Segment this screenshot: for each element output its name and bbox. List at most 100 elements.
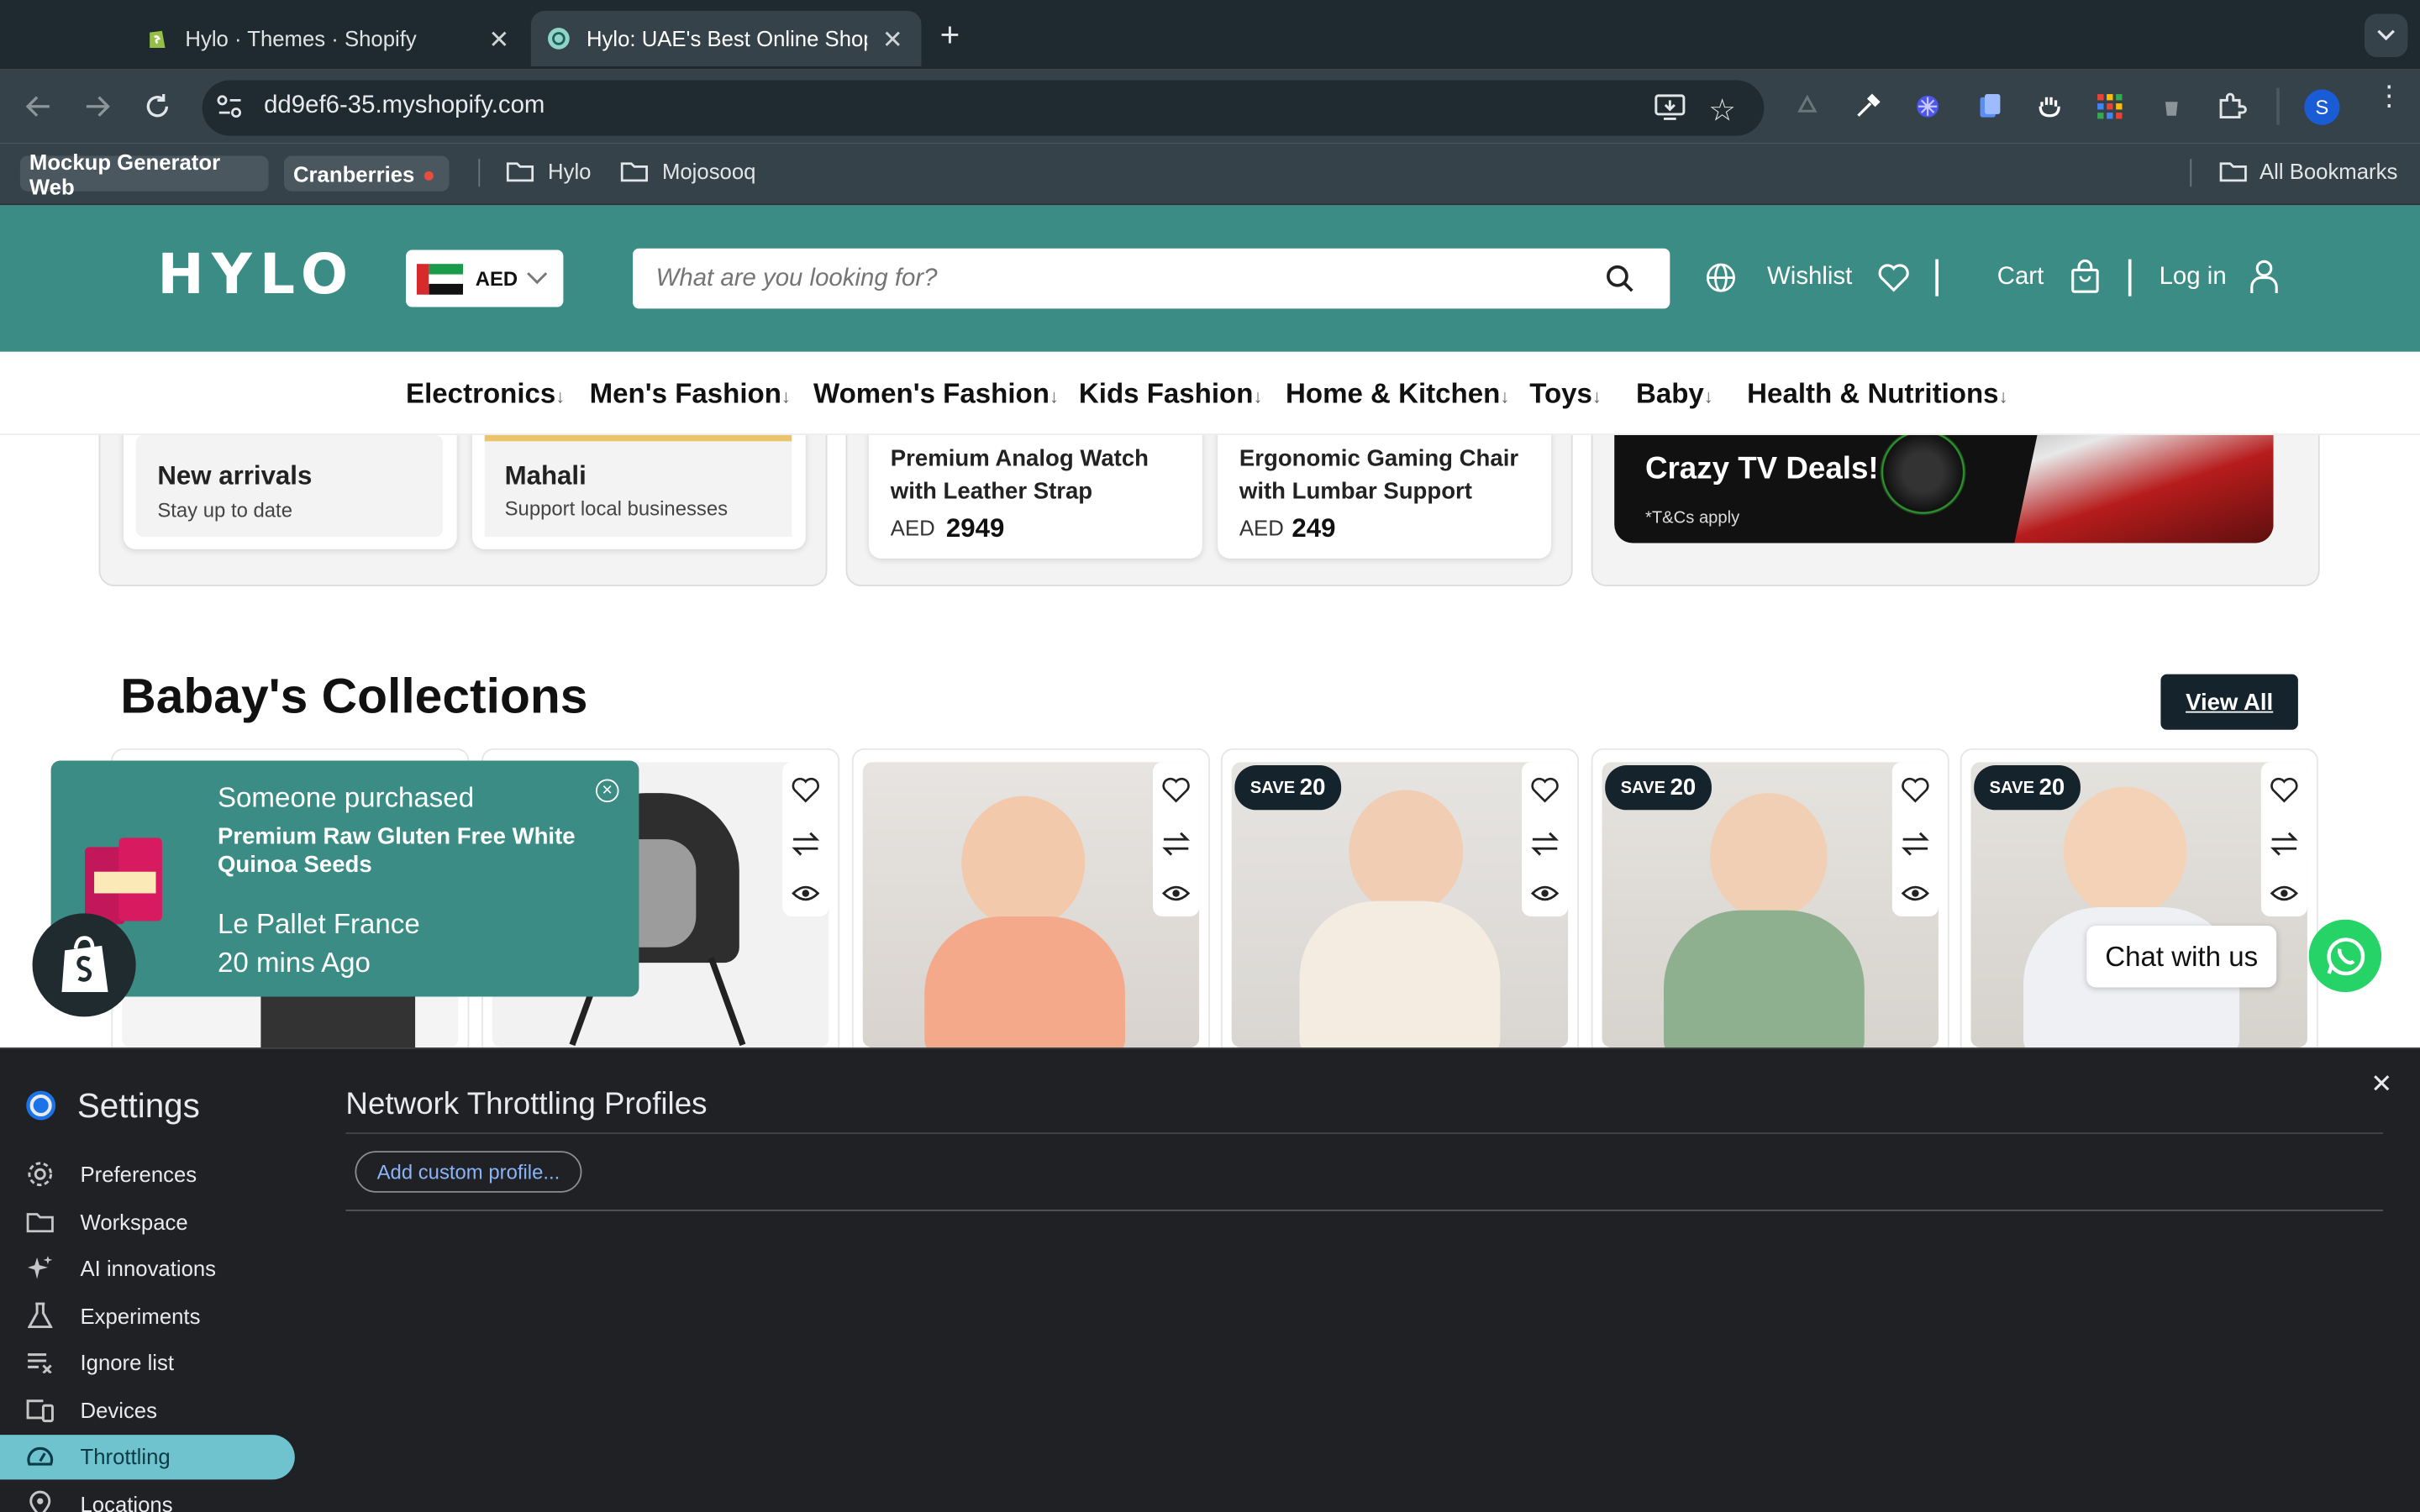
settings-nav-ignore-list[interactable]: Ignore list: [0, 1339, 308, 1385]
globe-icon[interactable]: [1706, 262, 1737, 293]
login-link[interactable]: Log in: [2160, 264, 2227, 291]
close-settings-icon[interactable]: ✕: [2370, 1069, 2392, 1100]
currency-selector[interactable]: AED: [406, 249, 564, 307]
back-icon[interactable]: [24, 94, 52, 118]
product-card[interactable]: SAVE 20: [1960, 748, 2318, 1058]
settings-nav-preferences[interactable]: Preferences: [0, 1151, 308, 1197]
extension-hand-icon[interactable]: [2036, 92, 2064, 120]
product-actions: [1153, 762, 1200, 917]
forward-icon[interactable]: [83, 94, 111, 118]
tab-hylo-store[interactable]: Hylo: UAE's Best Online Shop ✕: [530, 10, 922, 66]
nav-health-nutritions[interactable]: Health & Nutritions↓: [1747, 378, 2007, 411]
close-tab-icon[interactable]: ✕: [488, 24, 509, 55]
tab-themes[interactable]: Hylo · Themes · Shopify ✕: [129, 11, 528, 66]
shopify-bag-icon[interactable]: [32, 913, 136, 1017]
chat-label[interactable]: Chat with us: [2086, 926, 2277, 988]
store-logo[interactable]: HYLO: [157, 244, 355, 307]
quick-view-eye-icon[interactable]: [1162, 884, 1191, 902]
compare-icon[interactable]: [2270, 832, 2298, 856]
nav-electronics[interactable]: Electronics↓: [406, 378, 565, 411]
tab-search-button[interactable]: [2364, 13, 2408, 57]
compare-icon[interactable]: [792, 832, 820, 856]
compare-icon[interactable]: [1901, 832, 1929, 856]
extension-eyedropper-icon[interactable]: [1854, 92, 1881, 120]
wishlist-heart-icon[interactable]: [2269, 776, 2300, 804]
compare-icon[interactable]: [1162, 832, 1190, 856]
folder-icon: [2219, 162, 2247, 182]
extensions-puzzle-icon[interactable]: [2217, 91, 2248, 122]
extension-grid-icon[interactable]: [2096, 92, 2123, 120]
collection-title: Babay's Collections: [120, 668, 588, 724]
product-card[interactable]: SAVE 20: [1220, 748, 1579, 1058]
quick-view-eye-icon[interactable]: [1901, 884, 1929, 902]
nav-baby[interactable]: Baby↓: [1636, 378, 1713, 411]
close-tab-icon[interactable]: ✕: [882, 24, 903, 55]
settings-nav-devices[interactable]: Devices: [0, 1387, 308, 1433]
bookmark-mockup-generator[interactable]: Mockup Generator Web: [19, 149, 269, 198]
add-custom-profile-button[interactable]: Add custom profile...: [355, 1151, 582, 1193]
user-icon[interactable]: [2249, 258, 2280, 295]
new-tab-icon[interactable]: +: [940, 15, 960, 55]
url-text[interactable]: dd9ef6-35.myshopify.com: [264, 92, 544, 120]
install-app-icon[interactable]: [1655, 92, 1686, 120]
notification-heading: Someone purchased: [217, 782, 475, 813]
cart-link[interactable]: Cart: [1997, 264, 2044, 291]
banner-note: *T&Cs apply: [1644, 509, 1740, 528]
settings-nav-workspace[interactable]: Workspace: [0, 1199, 308, 1245]
bookmark-folder-mojosooq[interactable]: Mojosooq: [620, 159, 755, 184]
nav-home-kitchen[interactable]: Home & Kitchen↓: [1286, 378, 1509, 411]
nav-mens-fashion[interactable]: Men's Fashion↓: [590, 378, 791, 411]
product-card[interactable]: [851, 748, 1210, 1058]
location-pin-icon: [29, 1490, 51, 1512]
quick-view-eye-icon[interactable]: [792, 884, 820, 902]
product-card[interactable]: SAVE 20: [1591, 748, 1949, 1058]
nav-womens-fashion[interactable]: Women's Fashion↓: [813, 378, 1059, 411]
settings-nav-label: Throttling: [80, 1444, 171, 1469]
settings-title: Settings: [76, 1086, 200, 1125]
product-actions: [782, 762, 829, 917]
section-divider: [345, 1209, 2383, 1211]
shopping-bag-icon[interactable]: [2070, 259, 2101, 293]
extension-recycle-icon[interactable]: [1793, 92, 1821, 120]
nav-kids-fashion[interactable]: Kids Fashion↓: [1079, 378, 1263, 411]
wishlist-link[interactable]: Wishlist: [1767, 264, 1852, 291]
view-all-button[interactable]: View All: [2160, 674, 2298, 730]
settings-nav-locations[interactable]: Locations: [0, 1481, 308, 1512]
nav-toys[interactable]: Toys↓: [1529, 378, 1602, 411]
heart-icon[interactable]: [1876, 262, 1910, 293]
profile-avatar[interactable]: S: [2304, 89, 2340, 125]
search-input[interactable]: [642, 253, 1584, 304]
section-divider: [345, 1132, 2383, 1134]
search-icon[interactable]: [1605, 264, 1634, 293]
bookmark-cranberries[interactable]: Cranberries ●: [283, 155, 450, 192]
notification-location: Le Pallet France: [217, 908, 420, 940]
wishlist-heart-icon[interactable]: [1529, 776, 1560, 804]
compare-icon[interactable]: [1531, 832, 1559, 856]
whatsapp-icon[interactable]: [2308, 919, 2382, 993]
all-bookmarks-button[interactable]: All Bookmarks: [2219, 159, 2397, 184]
close-notification-icon[interactable]: ✕: [595, 779, 619, 803]
reload-icon[interactable]: [144, 92, 171, 120]
quick-view-eye-icon[interactable]: [1531, 884, 1560, 902]
uae-flag-icon: [416, 263, 464, 294]
bookmark-star-icon[interactable]: ☆: [1708, 91, 1736, 129]
extension-spark-icon[interactable]: [1914, 92, 1942, 120]
save-badge: SAVE 20: [1974, 765, 2081, 811]
settings-nav-throttling[interactable]: Throttling: [0, 1433, 295, 1479]
settings-nav-ai-innovations[interactable]: AI innovations: [0, 1245, 308, 1291]
extension-cup-icon[interactable]: [2158, 92, 2186, 120]
site-info-icon[interactable]: [216, 94, 244, 118]
wishlist-heart-icon[interactable]: [1160, 776, 1192, 804]
notification-product[interactable]: Premium Raw Gluten Free White Quinoa See…: [218, 824, 603, 879]
wishlist-heart-icon[interactable]: [1900, 776, 1931, 804]
menu-kebab-icon[interactable]: ⋮: [2375, 81, 2403, 109]
tab-title: Hylo · Themes · Shopify: [185, 26, 417, 51]
wishlist-heart-icon[interactable]: [790, 776, 821, 804]
devtools-logo-icon: [24, 1089, 57, 1122]
quick-view-eye-icon[interactable]: [2270, 884, 2298, 902]
settings-nav-experiments[interactable]: Experiments: [0, 1293, 308, 1339]
settings-nav-label: Ignore list: [80, 1350, 175, 1375]
bookmark-folder-hylo[interactable]: Hylo: [506, 159, 591, 184]
save-badge: SAVE 20: [1234, 765, 1341, 811]
extension-docs-icon[interactable]: [1975, 92, 2003, 120]
